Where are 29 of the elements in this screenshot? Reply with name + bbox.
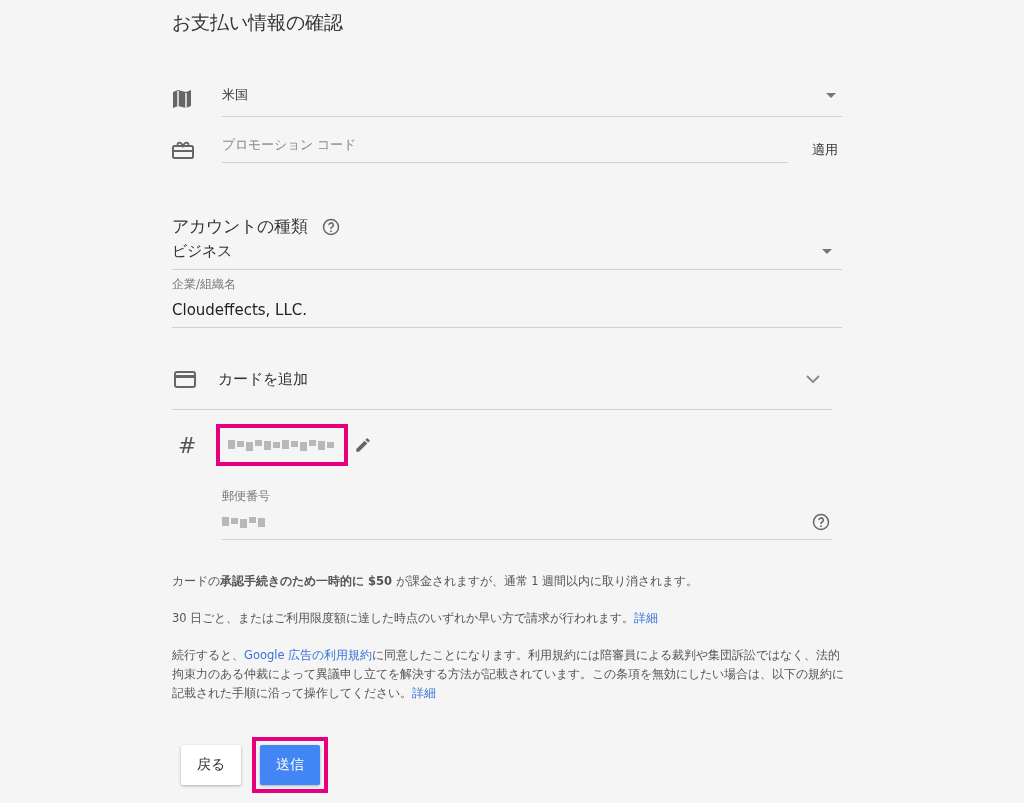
field-label: 郵便番号 <box>222 488 271 505</box>
help-icon[interactable] <box>812 513 830 531</box>
dropdown-caret-icon <box>826 92 836 98</box>
account-type-dropdown[interactable]: ビジネス <box>172 238 842 270</box>
section-heading: アカウントの種類 <box>172 215 308 238</box>
pencil-icon[interactable] <box>354 436 372 454</box>
organization-value: Cloudeffects, LLC. <box>172 301 308 319</box>
dropdown-caret-icon <box>822 249 832 254</box>
number-symbol: # <box>177 432 198 458</box>
field-label: 企業/組織名 <box>172 276 238 293</box>
gift-card-icon <box>172 141 194 159</box>
help-icon[interactable] <box>322 217 340 236</box>
country-dropdown[interactable]: 米国 <box>222 80 842 117</box>
back-button[interactable]: 戻る <box>181 744 241 785</box>
details-link[interactable]: 詳細 <box>634 610 659 625</box>
details-link[interactable]: 詳細 <box>412 685 436 700</box>
apply-button[interactable]: 適用 <box>808 135 842 165</box>
submit-button[interactable]: 送信 <box>260 744 320 785</box>
map-icon <box>172 89 192 108</box>
credit-card-icon <box>174 371 196 388</box>
redacted-postal-code <box>222 515 267 529</box>
chevron-icon <box>806 375 820 384</box>
details-link[interactable]: Google 広告の利用規約 <box>244 647 373 662</box>
info-paragraph: 30 日ごと、またはご利用限度額に達した時点のいずれか早い方で請求が行われます。詳細 <box>172 609 660 627</box>
promo-code-field[interactable]: プロモーション コード <box>222 137 788 163</box>
page-title: お支払い情報の確認 <box>172 10 344 35</box>
add-card-header[interactable]: カードを追加 <box>172 352 832 410</box>
info-paragraph: カードの承認手続きのため一時的に $50 が課金されますが、通常 1 週間以内に取り消されます。 <box>172 573 700 590</box>
info-paragraph: 続行すると、Google 広告の利用規約に同意したことになります。利用規約には陪審員による裁判や集団訴訟ではなく、法的拘束力のある仲裁によって異議申し立てを解決する方法が記載されています。この条項を無効にしたい場合は、以下の規約に記載された手順に沿って操作してください。詳細 <box>172 646 845 702</box>
